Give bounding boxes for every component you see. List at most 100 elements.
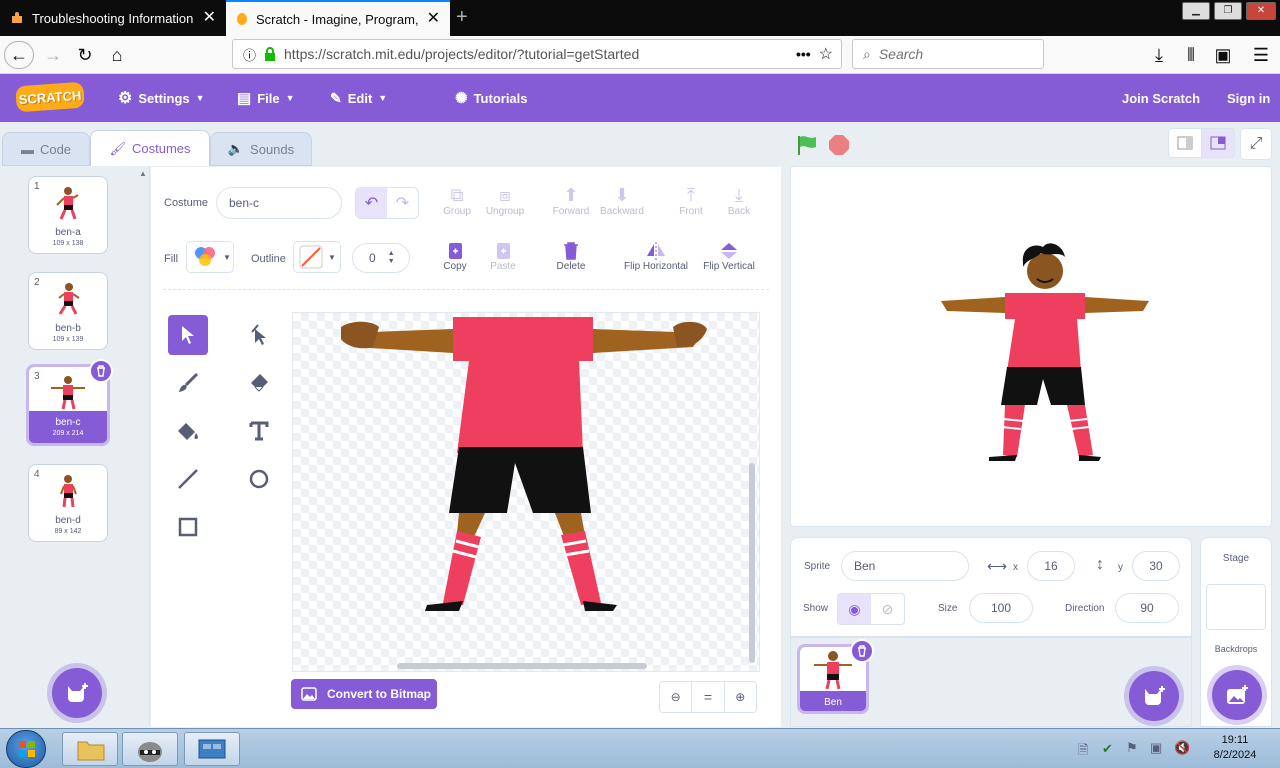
- security-tray-icon[interactable]: ✔: [1102, 741, 1113, 757]
- fill-tool[interactable]: [168, 411, 208, 451]
- front-button[interactable]: ⤒ Front: [669, 185, 713, 217]
- costume-item-ben-d[interactable]: 4 ben-d 89 x 142: [28, 464, 108, 542]
- group-button[interactable]: ⧉ Group: [437, 185, 477, 217]
- forward-icon[interactable]: →: [38, 41, 68, 69]
- ungroup-button[interactable]: ⧈ Ungroup: [481, 185, 529, 217]
- close-tab-icon[interactable]: ✕: [203, 10, 216, 26]
- paint-canvas[interactable]: [292, 312, 760, 672]
- rectangle-tool[interactable]: [168, 507, 208, 547]
- close-tab-icon[interactable]: ✕: [427, 11, 440, 27]
- brush-tool[interactable]: [168, 363, 208, 403]
- back-button[interactable]: ⤓ Back: [717, 185, 761, 217]
- stop-icon[interactable]: [828, 134, 850, 156]
- tab-troubleshooting[interactable]: Troubleshooting Information ✕: [0, 0, 226, 36]
- flip-vertical-button[interactable]: Flip Vertical: [697, 241, 761, 272]
- costume-item-ben-c[interactable]: 3 ben-c 209 x 214: [26, 359, 113, 446]
- restore-icon[interactable]: ❐: [1214, 2, 1242, 20]
- library-icon[interactable]: ⫴: [1176, 41, 1206, 69]
- text-tool[interactable]: [239, 411, 279, 451]
- forward-button[interactable]: ⬆ Forward: [549, 185, 593, 217]
- explorer-taskbar-button[interactable]: [62, 732, 118, 766]
- zoom-out-icon[interactable]: ⊖: [660, 682, 693, 712]
- sprite-name-input[interactable]: Ben: [841, 551, 969, 581]
- search-bar[interactable]: ⌕ Search: [852, 39, 1044, 69]
- size-input[interactable]: 100: [969, 593, 1033, 623]
- volume-muted-icon[interactable]: 🔇: [1174, 740, 1190, 756]
- flag-tray-icon[interactable]: ⚑: [1126, 740, 1138, 756]
- tab-code[interactable]: ▬ Code: [2, 132, 90, 166]
- zoom-in-icon[interactable]: ⊕: [725, 682, 756, 712]
- zoom-reset-button[interactable]: =: [692, 682, 725, 712]
- convert-to-bitmap-button[interactable]: Convert to Bitmap: [291, 679, 437, 709]
- reshape-tool[interactable]: [239, 315, 279, 355]
- fullscreen-icon[interactable]: ⤢: [1240, 128, 1272, 160]
- tutorials-button[interactable]: ✺ Tutorials: [455, 74, 528, 122]
- stepper-icon[interactable]: ▲ ▼: [388, 250, 395, 266]
- stage-selector-panel[interactable]: Stage Backdrops: [1200, 537, 1272, 727]
- select-tool[interactable]: [168, 315, 208, 355]
- start-button[interactable]: [6, 730, 46, 768]
- tab-sounds[interactable]: 🔈 Sounds: [210, 132, 312, 166]
- outline-color-picker[interactable]: ▼: [293, 241, 341, 273]
- small-stage-button[interactable]: [1168, 128, 1202, 158]
- delete-sprite-button[interactable]: [850, 639, 874, 663]
- url-bar[interactable]: ⓘ https://scratch.mit.edu/projects/edito…: [232, 39, 842, 69]
- redo-icon[interactable]: ↷: [387, 188, 418, 218]
- outline-width-input[interactable]: 0 ▲ ▼: [352, 243, 410, 273]
- minimize-icon[interactable]: ▁: [1182, 2, 1210, 20]
- line-tool[interactable]: [168, 459, 208, 499]
- new-tab-icon[interactable]: +: [456, 6, 468, 29]
- stage-sprite-ben[interactable]: [791, 167, 1271, 526]
- undo-icon[interactable]: ↶: [356, 188, 387, 218]
- choose-costume-button[interactable]: [52, 668, 102, 718]
- copy-button[interactable]: Copy: [435, 241, 475, 272]
- eraser-tool[interactable]: [239, 363, 279, 403]
- large-stage-button[interactable]: [1201, 128, 1235, 158]
- sign-in-link[interactable]: Sign in: [1227, 74, 1270, 122]
- paste-button[interactable]: Paste: [483, 241, 523, 272]
- eye-icon[interactable]: ◉: [838, 594, 871, 624]
- eye-off-icon[interactable]: ⊘: [871, 594, 904, 624]
- close-window-icon[interactable]: ✕: [1246, 2, 1276, 20]
- back-icon[interactable]: ←: [4, 41, 34, 69]
- download-icon[interactable]: ⤓: [1144, 41, 1174, 69]
- choose-backdrop-button[interactable]: [1212, 670, 1262, 720]
- stage-thumbnail[interactable]: [1206, 584, 1266, 630]
- sidebar-icon[interactable]: ▣: [1208, 41, 1238, 69]
- join-scratch-link[interactable]: Join Scratch: [1122, 74, 1200, 122]
- hamburger-menu-icon[interactable]: ☰: [1246, 41, 1276, 69]
- bookmark-star-icon[interactable]: ☆: [819, 44, 833, 64]
- costume-item-ben-b[interactable]: 2 ben-b 109 x 139: [28, 272, 108, 350]
- direction-input[interactable]: 90: [1115, 593, 1179, 623]
- scroll-up-icon[interactable]: ▲: [139, 169, 149, 179]
- sprite-tile-ben[interactable]: Ben: [797, 639, 874, 714]
- vertical-scrollbar[interactable]: [749, 463, 755, 663]
- clock[interactable]: 19:11 8/2/2024: [1200, 733, 1270, 763]
- info-icon[interactable]: ⓘ: [243, 45, 256, 64]
- costume-name-input[interactable]: ben-c: [216, 187, 342, 219]
- network-tray-icon[interactable]: ▣: [1150, 740, 1162, 756]
- fill-color-picker[interactable]: ▼: [186, 241, 234, 273]
- home-icon[interactable]: ⌂: [102, 41, 132, 69]
- reload-icon[interactable]: ↻: [70, 41, 100, 69]
- y-input[interactable]: 30: [1132, 551, 1180, 581]
- scratch-logo[interactable]: SCRATCH: [15, 81, 85, 113]
- choose-sprite-button[interactable]: [1129, 671, 1179, 721]
- page-actions-icon[interactable]: •••: [796, 46, 811, 62]
- document-tray-icon[interactable]: 🗎: [1078, 741, 1088, 763]
- green-flag-icon[interactable]: [796, 134, 818, 156]
- costume-item-ben-a[interactable]: 1 ben-a 109 x 138: [28, 176, 108, 254]
- control-panel-taskbar-button[interactable]: [184, 732, 240, 766]
- delete-button[interactable]: Delete: [551, 241, 591, 272]
- settings-menu[interactable]: ⚙ Settings ▼: [118, 74, 205, 122]
- tab-scratch[interactable]: Scratch - Imagine, Program, Sh ✕: [226, 0, 450, 36]
- backward-button[interactable]: ⬇ Backward: [597, 185, 647, 217]
- x-input[interactable]: 16: [1027, 551, 1075, 581]
- edit-menu[interactable]: ✎ Edit ▼: [330, 74, 387, 122]
- firefox-taskbar-button[interactable]: [122, 732, 178, 766]
- stage[interactable]: [790, 166, 1272, 527]
- circle-tool[interactable]: [239, 459, 279, 499]
- horizontal-scrollbar[interactable]: [397, 663, 647, 669]
- file-menu[interactable]: ▤ File ▼: [237, 74, 295, 122]
- delete-costume-button[interactable]: [89, 359, 113, 383]
